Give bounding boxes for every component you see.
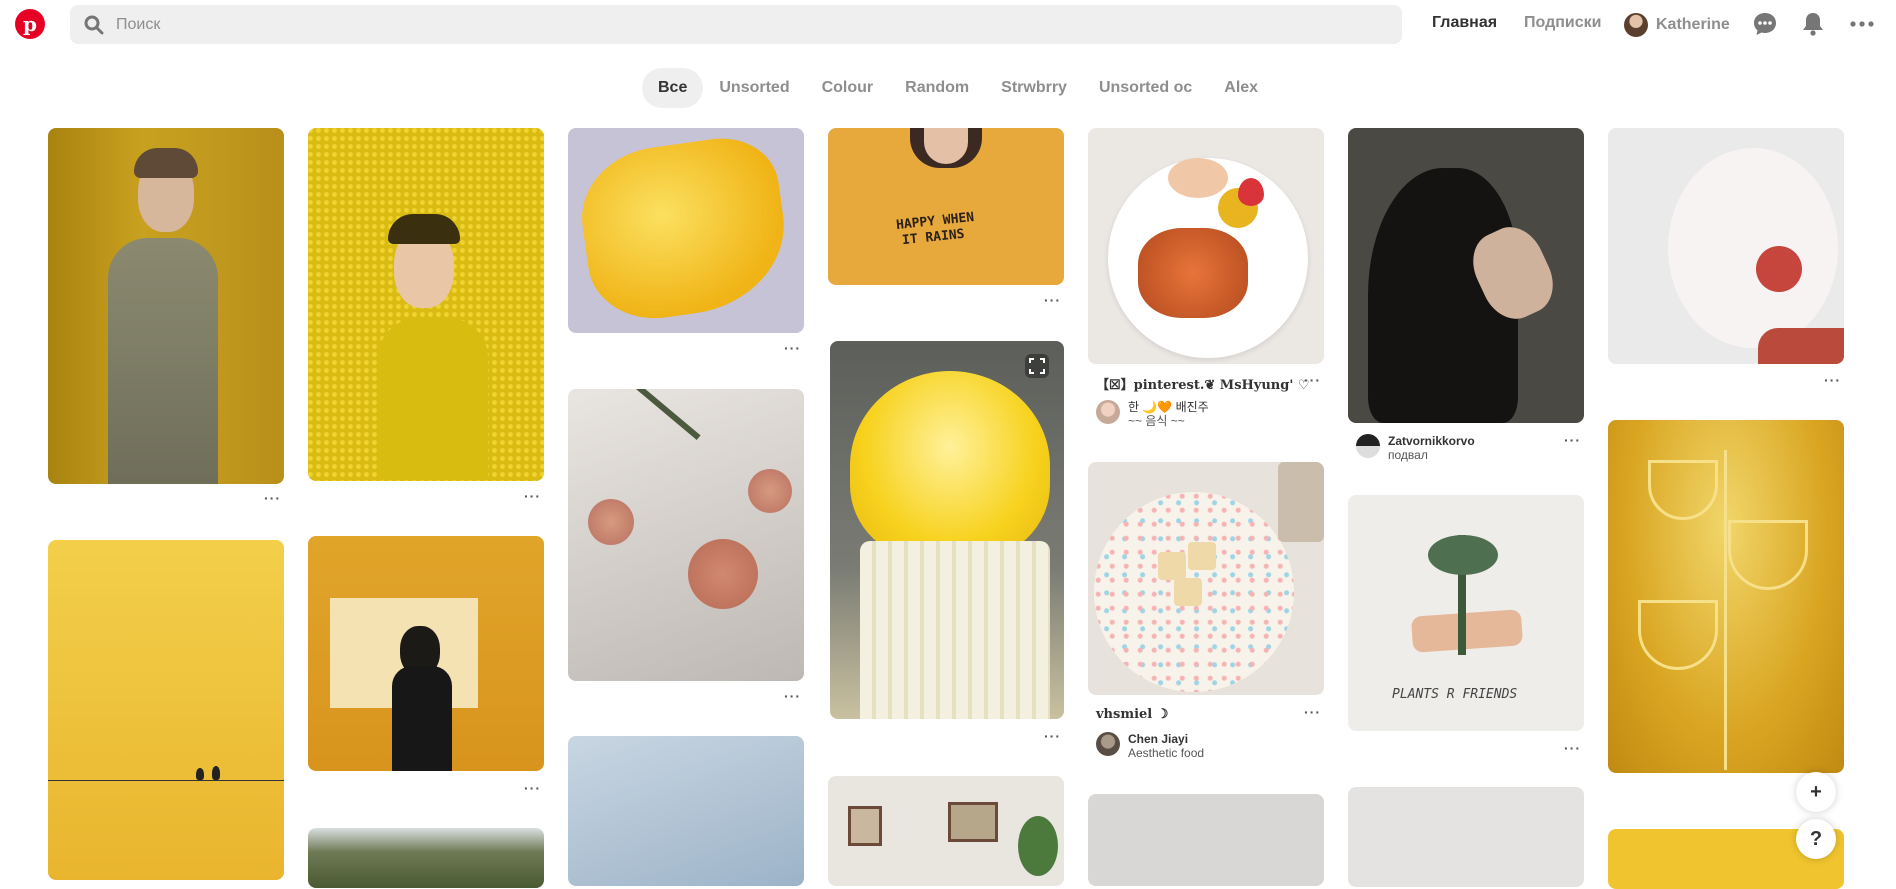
- pin-board-name: ~~ 음식 ~~: [1128, 414, 1185, 428]
- pin-more-button[interactable]: ···: [1044, 728, 1061, 744]
- pin-image-yellow-paint[interactable]: [568, 128, 804, 333]
- pin-more-button[interactable]: ···: [1304, 704, 1321, 720]
- pinterest-logo-icon[interactable]: p: [15, 9, 45, 39]
- pin-more-button[interactable]: ···: [1564, 432, 1581, 448]
- pin-title[interactable]: 【☒】pinterest.❦ MsHyung' ♡: [1096, 374, 1310, 393]
- pin-image-light[interactable]: [1348, 787, 1584, 887]
- bell-icon[interactable]: [1800, 11, 1826, 37]
- search-icon: [84, 15, 104, 35]
- tab-strwbrry[interactable]: Strwbrry: [985, 68, 1083, 108]
- pin-more-button[interactable]: ···: [784, 688, 801, 704]
- pin-more-button[interactable]: ···: [1304, 372, 1321, 388]
- search-bar[interactable]: [70, 5, 1402, 44]
- plant-caption: PLANTS R FRIENDS: [1392, 687, 1518, 702]
- pin-image-cakes-plate[interactable]: [1088, 462, 1324, 695]
- pin-attribution[interactable]: 한 🌙🧡 배진주 ~~ 음식 ~~: [1096, 400, 1209, 428]
- pin-more-button[interactable]: ···: [1824, 372, 1841, 388]
- pin-image-white-hair-portrait[interactable]: [1608, 128, 1844, 364]
- tab-unsorted-oc[interactable]: Unsorted oc: [1083, 68, 1208, 108]
- nav-following-link[interactable]: Подписки: [1524, 14, 1601, 32]
- pin-title[interactable]: vhsmiel ☽: [1096, 707, 1168, 722]
- tab-unsorted[interactable]: Unsorted: [703, 68, 805, 108]
- pin-more-button[interactable]: ···: [524, 780, 541, 796]
- more-dots-icon[interactable]: [1849, 11, 1875, 37]
- pin-image-plants-r-friends[interactable]: PLANTS R FRIENDS: [1348, 495, 1584, 731]
- nav-home-link[interactable]: Главная: [1432, 14, 1497, 32]
- pin-image-hills[interactable]: [308, 828, 544, 888]
- chat-bubble-icon[interactable]: [1752, 11, 1778, 37]
- svg-text:p: p: [23, 13, 37, 35]
- pin-more-button[interactable]: ···: [1044, 292, 1061, 308]
- pin-user-name: Chen Jiayi: [1128, 732, 1189, 746]
- avatar: [1096, 732, 1120, 756]
- pin-attribution[interactable]: Zatvornikkorvo подвал: [1356, 434, 1475, 462]
- search-input[interactable]: [116, 5, 1386, 44]
- tab-all[interactable]: Все: [642, 68, 704, 108]
- profile-link[interactable]: Katherine: [1624, 12, 1730, 38]
- pin-image-woman-yellow-flowers[interactable]: [308, 128, 544, 481]
- avatar: [1624, 13, 1648, 37]
- pin-board-name: подвал: [1388, 448, 1428, 462]
- pin-image-yellow-cupcake[interactable]: [830, 341, 1064, 719]
- pin-more-button[interactable]: ···: [1564, 740, 1581, 756]
- pin-image-room-frames[interactable]: [828, 776, 1064, 886]
- tab-random[interactable]: Random: [889, 68, 985, 108]
- add-pin-button[interactable]: +: [1796, 772, 1836, 812]
- profile-name: Katherine: [1656, 16, 1730, 33]
- pin-image-grey[interactable]: [1088, 794, 1324, 886]
- pin-more-button[interactable]: ···: [524, 488, 541, 504]
- pin-image-roses-foam[interactable]: [568, 389, 804, 681]
- pin-user-name: Zatvornikkorvo: [1388, 434, 1475, 448]
- pin-image-doberman[interactable]: [1348, 128, 1584, 423]
- help-button[interactable]: ?: [1796, 819, 1836, 859]
- pin-board-name: Aesthetic food: [1128, 746, 1205, 760]
- pin-image-gold-ginkgo[interactable]: [1608, 420, 1844, 773]
- pin-attribution[interactable]: Chen Jiayi Aesthetic food: [1096, 732, 1204, 760]
- pin-image-yellow-sky-birds[interactable]: [48, 540, 284, 880]
- pin-image-man-yellow-wall[interactable]: [48, 128, 284, 484]
- pin-image-food-plate[interactable]: [1088, 128, 1324, 364]
- pin-user-name: 한 🌙🧡 배진주: [1128, 400, 1209, 414]
- pin-image-girl-orange-wall[interactable]: [308, 536, 544, 771]
- tab-alex[interactable]: Alex: [1208, 68, 1274, 108]
- pin-more-button[interactable]: ···: [264, 490, 281, 506]
- pin-image-happy-when-it-rains[interactable]: HAPPY WHEN IT RAINS: [828, 128, 1064, 285]
- visual-search-icon[interactable]: [1024, 353, 1050, 379]
- pin-image-plastic-portrait[interactable]: [568, 736, 804, 886]
- avatar: [1096, 400, 1120, 424]
- board-tabs: Все Unsorted Colour Random Strwbrry Unso…: [642, 68, 1274, 108]
- avatar: [1356, 434, 1380, 458]
- pin-more-button[interactable]: ···: [784, 340, 801, 356]
- top-bar: p Главная Подписки Katherine: [0, 0, 1896, 50]
- tab-colour[interactable]: Colour: [806, 68, 890, 108]
